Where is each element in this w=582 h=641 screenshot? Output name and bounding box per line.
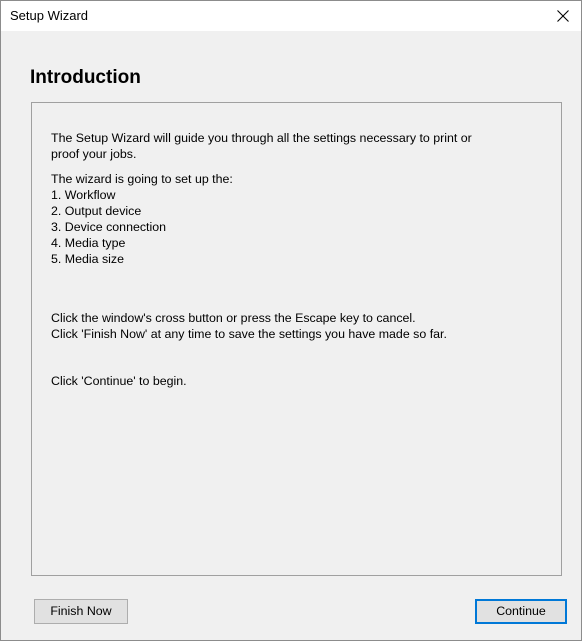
begin-hint-text: Click 'Continue' to begin. [51,374,187,388]
list-intro-text: The wizard is going to set up the: [51,172,233,186]
title-bar: Setup Wizard [1,1,581,31]
close-icon [557,10,569,22]
finish-now-button[interactable]: Finish Now [34,599,128,624]
window-title: Setup Wizard [10,8,89,23]
list-item: 2. Output device [51,204,142,218]
list-item: 1. Workflow [51,188,116,202]
setup-wizard-window: Setup Wizard Introduction The Setup Wiza… [0,0,582,641]
list-item: 3. Device connection [51,220,167,234]
content-panel: The Setup Wizard will guide you through … [31,102,562,576]
finish-hint-text: Click 'Finish Now' at any time to save t… [51,327,447,341]
list-item: 5. Media size [51,252,125,266]
close-button[interactable] [545,1,581,31]
continue-button[interactable]: Continue [475,599,567,624]
cancel-hint-text: Click the window's cross button or press… [51,311,416,325]
page-heading: Introduction [30,67,141,88]
intro-text-line-1: The Setup Wizard will guide you through … [51,131,472,145]
intro-text-line-2: proof your jobs. [51,147,137,161]
list-item: 4. Media type [51,236,126,250]
